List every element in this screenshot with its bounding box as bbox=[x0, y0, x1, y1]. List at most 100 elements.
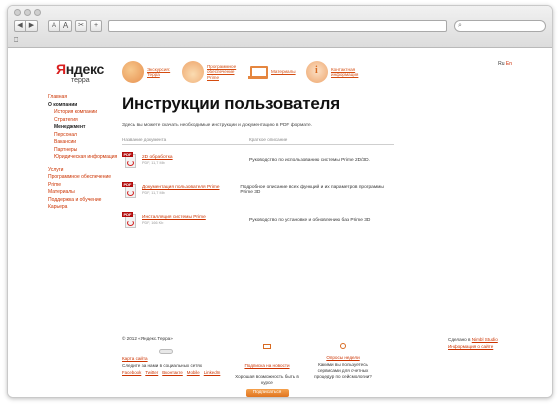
sidebar-item-materials[interactable]: Материалы bbox=[48, 189, 118, 197]
newsletter-text: Хорошая возможность быть в курсе bbox=[235, 374, 299, 385]
search-box[interactable]: ⌕ bbox=[454, 19, 546, 32]
mountain-icon bbox=[182, 61, 204, 83]
sidebar-item-software[interactable]: Программное обеспечение Prime bbox=[48, 174, 118, 189]
lang-en-link[interactable]: En bbox=[506, 61, 512, 67]
table-row: PDF Инсталляция системы Prime PDF, 166 K… bbox=[122, 205, 394, 235]
made-by-label: Сделано в bbox=[448, 337, 471, 342]
address-bar[interactable] bbox=[108, 19, 447, 37]
sidebar-item-vacancies[interactable]: Вакансии bbox=[48, 139, 118, 147]
document-size: PDF, 11,7 Mb bbox=[142, 161, 165, 165]
social-link-mobile[interactable]: Mobile bbox=[187, 370, 200, 375]
poll-icon bbox=[340, 343, 346, 349]
minimize-window-button[interactable] bbox=[24, 9, 31, 16]
text-larger-button[interactable]: A bbox=[60, 19, 72, 32]
document-size: PDF, 166 Kb bbox=[142, 221, 164, 225]
text-size-buttons: A A bbox=[48, 19, 72, 32]
topnav-label: Материалы bbox=[271, 69, 296, 75]
browser-window: ◀ ▶ A A ✂ + ⌕ ⎕ Яндекс терра Экскурсия: … bbox=[7, 5, 553, 398]
logo-subtitle: терра bbox=[71, 77, 90, 84]
pdf-icon[interactable]: PDF bbox=[122, 181, 139, 199]
column-header-description: Краткое описание bbox=[249, 137, 288, 142]
book-icon[interactable]: ⎕ bbox=[14, 37, 18, 45]
site-logo[interactable]: Яндекс терра bbox=[56, 61, 104, 84]
social-link-vkontakte[interactable]: Вконтакте bbox=[162, 370, 183, 375]
document-description: Подробное описание всех функций и их пар… bbox=[240, 185, 384, 195]
poll-block: Опросы недели Какими вы пользуетесь серв… bbox=[308, 336, 378, 380]
topnav-contacts[interactable]: Контактная информация bbox=[306, 61, 362, 83]
site-info-link[interactable]: Информация о сайте bbox=[448, 344, 493, 349]
newsletter-title[interactable]: Подписка на новости bbox=[244, 363, 289, 368]
social-link-linkedin[interactable]: LinkedIn bbox=[204, 370, 221, 375]
new-tab-button[interactable]: + bbox=[90, 19, 102, 32]
envelope-icon bbox=[262, 344, 271, 349]
column-header-name: Название документа bbox=[122, 137, 167, 142]
credits: Сделано в Nimbl Studio Информация о сайт… bbox=[448, 336, 498, 350]
coins-icon bbox=[122, 61, 144, 83]
top-navigation: Экскурсия: Терра Программное обеспечение… bbox=[122, 61, 366, 83]
subscribe-button[interactable]: Подписаться bbox=[245, 389, 289, 397]
browser-titlebar: ◀ ▶ A A ✂ + ⌕ ⎕ bbox=[8, 6, 552, 48]
documents-table: Название документа Краткое описание PDF … bbox=[122, 137, 394, 235]
laptop-icon bbox=[246, 61, 268, 83]
contact-icon bbox=[306, 61, 328, 83]
sidebar-item-staff[interactable]: Персонал bbox=[48, 132, 118, 140]
close-window-button[interactable] bbox=[14, 9, 21, 16]
page-intro: Здесь вы можете скачать необходимые инст… bbox=[122, 123, 312, 128]
social-links: Facebook Twitter Вконтакте Mobile Linked… bbox=[122, 370, 220, 375]
table-row: PDF 2D обработка PDF, 11,7 Mb Руководств… bbox=[122, 145, 394, 175]
document-description: Руководство по установке и обновлению бa… bbox=[249, 217, 371, 223]
sidebar-item-about[interactable]: О компании bbox=[48, 102, 118, 110]
language-switcher: Ru En bbox=[498, 61, 512, 67]
mobile-version-toggle[interactable] bbox=[159, 349, 173, 354]
sidebar-item-services[interactable]: Услуги bbox=[48, 167, 118, 175]
web-page: Яндекс терра Экскурсия: Терра Программно… bbox=[8, 49, 552, 397]
topnav-label: Контактная информация bbox=[331, 66, 359, 78]
social-link-facebook[interactable]: Facebook bbox=[122, 370, 141, 375]
history-buttons: ◀ ▶ bbox=[14, 19, 38, 32]
zoom-window-button[interactable] bbox=[34, 9, 41, 16]
forward-button[interactable]: ▶ bbox=[26, 19, 38, 32]
topnav-tour[interactable]: Экскурсия: Терра bbox=[122, 61, 178, 83]
copyright: © 2012 «Яндекс.Терра» bbox=[122, 336, 173, 341]
address-input[interactable] bbox=[109, 27, 446, 37]
document-link[interactable]: Документация пользователя Prime bbox=[142, 185, 220, 190]
follow-text: Следите за нами в социальных сетях bbox=[122, 363, 203, 368]
scissors-icon[interactable]: ✂ bbox=[75, 19, 87, 32]
sidebar-item-legal[interactable]: Юридическая информация bbox=[48, 154, 118, 162]
sidebar-item-partners[interactable]: Партнеры bbox=[48, 147, 118, 155]
text-smaller-button[interactable]: A bbox=[48, 19, 60, 32]
table-row: PDF Документация пользователя Prime PDF,… bbox=[122, 175, 394, 205]
window-controls bbox=[14, 9, 41, 16]
topnav-label: Экскурсия: Терра bbox=[147, 66, 171, 78]
table-header: Название документа Краткое описание bbox=[122, 137, 394, 145]
pdf-icon[interactable]: PDF bbox=[122, 151, 139, 169]
logo-text: Яндекс bbox=[56, 61, 104, 77]
sitemap-link[interactable]: Карта сайта bbox=[122, 356, 148, 361]
sidebar-item-management[interactable]: Менеджмент bbox=[48, 124, 118, 132]
sidebar-item-support[interactable]: Поддержка и обучение bbox=[48, 197, 118, 205]
pdf-icon[interactable]: PDF bbox=[122, 211, 139, 229]
sidebar-item-home[interactable]: Главная bbox=[48, 94, 118, 102]
sidebar-item-history[interactable]: История компании bbox=[48, 109, 118, 117]
document-link[interactable]: 2D обработка bbox=[142, 155, 173, 160]
browser-toolbar: ◀ ▶ A A ✂ + ⌕ bbox=[14, 19, 546, 37]
newsletter-block: Подписка на новости Хорошая возможность … bbox=[234, 336, 300, 397]
document-description: Руководство по использованию системы Pri… bbox=[249, 157, 370, 163]
sidebar: Главная О компании История компании Стра… bbox=[48, 94, 118, 212]
studio-link[interactable]: Nimbl Studio bbox=[472, 337, 498, 342]
topnav-label: Программное обеспечение Prime bbox=[207, 63, 237, 80]
topnav-software[interactable]: Программное обеспечение Prime bbox=[182, 61, 242, 83]
poll-text: Какими вы пользуетесь сервисами для счет… bbox=[314, 362, 372, 379]
social-link-twitter[interactable]: Twitter bbox=[145, 370, 158, 375]
back-button[interactable]: ◀ bbox=[14, 19, 26, 32]
logo-word: ндекс bbox=[65, 61, 105, 77]
page-title: Инструкции пользователя bbox=[122, 94, 340, 113]
lang-ru: Ru bbox=[498, 61, 505, 67]
topnav-materials[interactable]: Материалы bbox=[246, 61, 302, 83]
sidebar-item-career[interactable]: Карьера bbox=[48, 204, 118, 212]
sidebar-item-strategy[interactable]: Стратегия bbox=[48, 117, 118, 125]
main-content: Инструкции пользователя Здесь вы можете … bbox=[122, 94, 402, 235]
document-link[interactable]: Инсталляция системы Prime bbox=[142, 215, 206, 220]
poll-title[interactable]: Опросы недели bbox=[308, 355, 378, 360]
search-input[interactable] bbox=[461, 22, 532, 29]
